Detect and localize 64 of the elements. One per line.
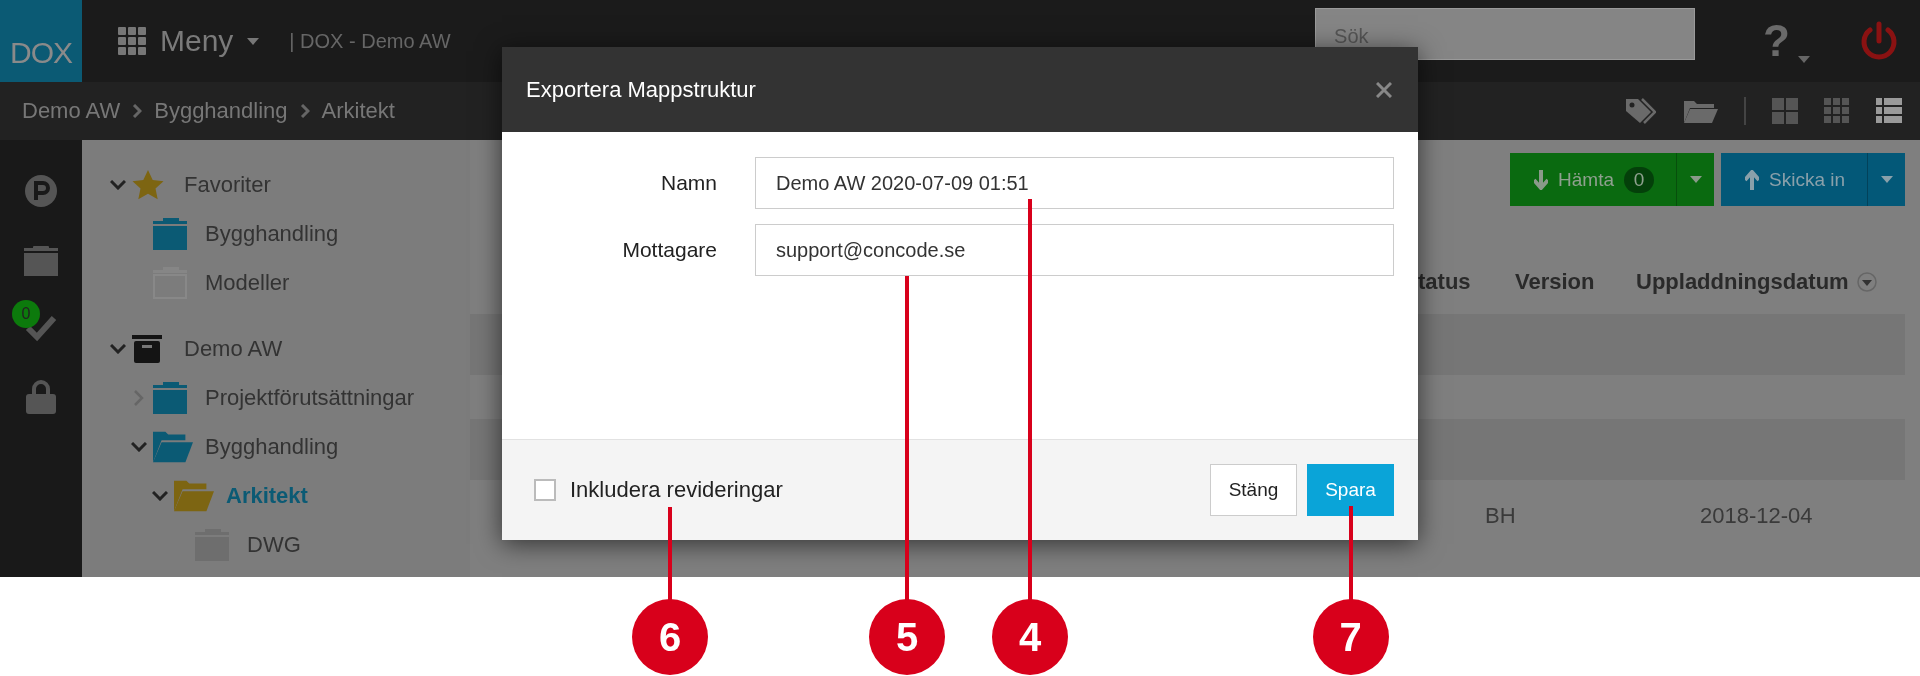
- chevron-down-icon[interactable]: [152, 490, 168, 501]
- tree-item[interactable]: Arkitekt: [226, 482, 308, 509]
- caret-icon: [247, 37, 260, 45]
- chevron-right-icon: [299, 104, 310, 118]
- save-button[interactable]: Spara: [1307, 464, 1394, 516]
- tree-item[interactable]: Demo AW: [184, 335, 283, 362]
- caret-icon: [1798, 56, 1810, 63]
- chevron-down-icon[interactable]: [110, 179, 126, 190]
- callout-marker: 6: [632, 599, 708, 675]
- tree-item[interactable]: Bygghandling: [205, 433, 339, 460]
- chevron-down-icon[interactable]: [110, 343, 126, 354]
- arrow-down-icon: [1534, 169, 1549, 190]
- table-cell: 2018-12-04: [1700, 503, 1813, 528]
- caret-icon: [1880, 176, 1893, 183]
- tree-item[interactable]: DWG: [247, 531, 301, 558]
- tree-item[interactable]: Bygghandling: [205, 220, 339, 247]
- chevron-right-icon: [132, 104, 143, 118]
- breadcrumb-link[interactable]: Bygghandling: [154, 98, 288, 124]
- close-button[interactable]: Stäng: [1210, 464, 1297, 516]
- input-field[interactable]: support@concode.se: [755, 224, 1394, 276]
- column-header[interactable]: tatus: [1418, 269, 1515, 295]
- checkbox[interactable]: [534, 479, 556, 501]
- app-title: | DOX - Demo AW: [289, 29, 451, 53]
- callout-marker: 4: [992, 599, 1068, 675]
- logo[interactable]: DOX: [0, 0, 82, 82]
- sort-icon[interactable]: [1856, 272, 1877, 292]
- lock-icon: [26, 380, 56, 414]
- table-cell: BH: [1485, 503, 1516, 528]
- tree-item[interactable]: Projektförutsättningar: [205, 384, 415, 411]
- breadcrumb-link[interactable]: Demo AW: [22, 98, 121, 124]
- column-header[interactable]: Version: [1515, 269, 1636, 295]
- archive-box-icon: [132, 334, 162, 363]
- field-label: Mottagare: [621, 238, 717, 262]
- tree-item[interactable]: Favoriter: [184, 171, 271, 198]
- field-label: Namn: [659, 171, 717, 195]
- grid-icon: [118, 27, 146, 55]
- checkbox-label[interactable]: Inkludera revideringar: [570, 477, 783, 503]
- power-icon[interactable]: [1860, 21, 1898, 61]
- breadcrumb-link[interactable]: Arkitekt: [321, 98, 395, 124]
- small-grid-icon[interactable]: [1824, 98, 1850, 124]
- caret-icon: [1689, 176, 1702, 183]
- dialog-title: Exportera Mappstruktur: [526, 76, 756, 103]
- open-folder-icon: [153, 430, 193, 463]
- arrow-up-icon: [1745, 169, 1759, 190]
- count-badge: 0: [1624, 166, 1654, 193]
- folder-icon: [24, 246, 58, 276]
- star-icon: [132, 169, 164, 200]
- chevron-down-icon[interactable]: [131, 441, 147, 452]
- open-folder-icon: [174, 479, 214, 512]
- folder-icon: [153, 381, 187, 414]
- close-icon[interactable]: [1376, 81, 1392, 98]
- callout-marker: 5: [869, 599, 945, 675]
- input-field[interactable]: Demo AW 2020-07-09 01:51: [755, 157, 1394, 209]
- count-badge: 0: [12, 300, 40, 328]
- menu-button[interactable]: Meny: [118, 24, 260, 58]
- folder-icon: [153, 217, 187, 250]
- tree-item[interactable]: Modeller: [205, 269, 290, 296]
- list-view-icon[interactable]: [1876, 98, 1902, 124]
- help-button[interactable]: ?: [1763, 19, 1810, 63]
- callout-marker: 7: [1312, 599, 1389, 675]
- tag-icon[interactable]: [1624, 97, 1656, 125]
- column-header[interactable]: Uppladdningsdatum: [1636, 269, 1849, 295]
- large-grid-icon[interactable]: [1772, 98, 1798, 124]
- parking-icon: [24, 174, 58, 208]
